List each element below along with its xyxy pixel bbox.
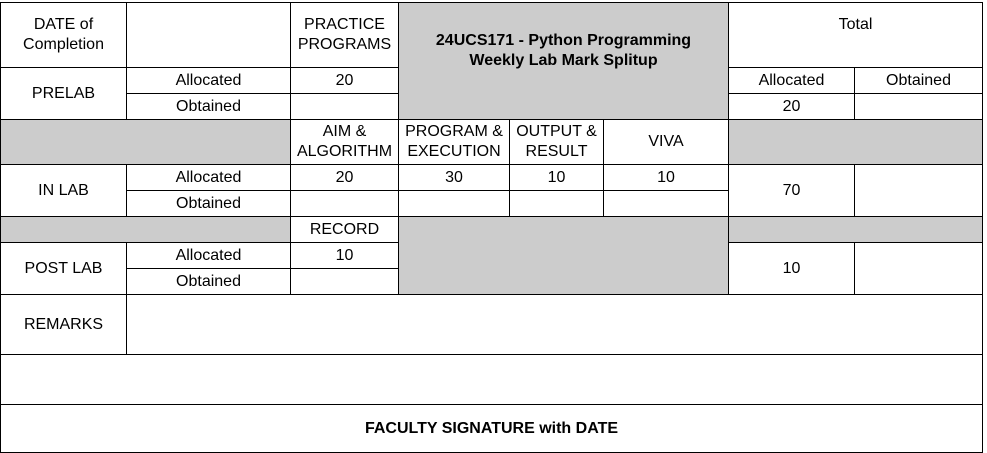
prelab-allocated-text: Allocated [175,71,242,89]
output-result-label: OUTPUT & RESULT [516,123,597,160]
inlab-header-shaded-right [727,119,984,165]
postlab-label-text: POST LAB [24,259,103,277]
prelab-total-obtained-value[interactable] [853,93,984,120]
lab-mark-splitup-table: DATE of Completion PRACTICE PROGRAMS 24U… [0,2,984,453]
course-title-line2: Weekly Lab Mark Splitup [469,52,658,69]
prelab-allocated-number: 20 [335,71,354,89]
total-obtained-label: Obtained [853,67,984,94]
inlab-allocated-viva-value: 10 [657,168,675,186]
record-header-shaded-right [727,216,984,243]
postlab-allocated-value: 10 [290,242,399,269]
postlab-obtained-label: Obtained [126,268,291,295]
inlab-allocated-output: 10 [509,164,604,191]
blank-header-cell [126,2,291,68]
postlab-obtained-value[interactable] [290,268,399,295]
postlab-allocated-number: 10 [335,246,354,264]
inlab-obtained-output[interactable] [509,190,604,217]
inlab-header-shaded-left [0,119,291,165]
postlab-allocated-label: Allocated [126,242,291,269]
inlab-total-allocated: 70 [728,164,855,217]
inlab-obtained-program[interactable] [398,190,510,217]
prelab-obtained-label: Obtained [126,93,291,120]
practice-programs-label: PRACTICE PROGRAMS [297,16,392,53]
prelab-total-allocated-value: 20 [728,93,855,120]
prelab-obtained-value[interactable] [290,93,399,120]
signature-space[interactable] [0,354,984,405]
inlab-allocated-program: 30 [398,164,510,191]
prelab-label: PRELAB [0,67,127,120]
prelab-label-text: PRELAB [31,84,96,102]
aim-algorithm-header: AIM & ALGORITHM [290,119,399,165]
postlab-total-allocated-value: 10 [782,259,801,277]
total-obtained-text: Obtained [886,71,951,89]
total-allocated-text: Allocated [758,71,825,89]
course-title-block: 24UCS171 - Python Programming Weekly Lab… [398,2,729,120]
inlab-allocated-viva: 10 [603,164,729,191]
inlab-label: IN LAB [0,164,127,217]
remarks-label: REMARKS [0,294,127,355]
course-title-line1: 24UCS171 - Python Programming [435,32,692,49]
date-of-completion-label: DATE of Completion [23,16,104,53]
practice-programs-header: PRACTICE PROGRAMS [290,2,399,68]
aim-algorithm-label: AIM & ALGORITHM [296,123,393,160]
remarks-label-text: REMARKS [23,315,104,333]
record-header-shaded-left [0,216,291,243]
inlab-allocated-aim: 20 [290,164,399,191]
postlab-label: POST LAB [0,242,127,295]
prelab-allocated-label: Allocated [126,67,291,94]
course-title: 24UCS171 - Python Programming Weekly Lab… [400,31,728,71]
date-of-completion-header: DATE of Completion [0,2,127,68]
postlab-total-obtained[interactable] [853,242,984,295]
total-header: Total [727,2,984,68]
postlab-total-allocated: 10 [728,242,855,295]
prelab-total-allocated-number: 20 [782,97,801,115]
remarks-field[interactable] [125,294,984,355]
inlab-total-allocated-value: 70 [782,181,801,199]
postlab-shaded-block [398,216,729,295]
program-execution-label: PROGRAM & EXECUTION [405,123,503,160]
total-label: Total [838,16,873,33]
inlab-total-obtained[interactable] [853,164,984,217]
inlab-label-text: IN LAB [38,181,89,199]
faculty-signature-row: FACULTY SIGNATURE with DATE [0,404,984,453]
record-label: RECORD [309,220,380,238]
inlab-allocated-text: Allocated [175,168,242,186]
faculty-signature-label: FACULTY SIGNATURE with DATE [364,419,619,437]
viva-label: VIVA [648,133,684,150]
total-allocated-label: Allocated [728,67,855,94]
inlab-allocated-output-value: 10 [547,168,566,186]
postlab-obtained-text: Obtained [176,272,241,290]
inlab-allocated-program-value: 30 [445,168,463,186]
viva-header: VIVA [603,119,729,165]
inlab-obtained-label: Obtained [126,190,291,217]
postlab-allocated-text: Allocated [175,246,242,264]
prelab-obtained-text: Obtained [176,97,241,115]
inlab-obtained-viva[interactable] [603,190,729,217]
output-result-header: OUTPUT & RESULT [509,119,604,165]
inlab-obtained-aim[interactable] [290,190,399,217]
inlab-allocated-label: Allocated [126,164,291,191]
record-header: RECORD [290,216,399,243]
program-execution-header: PROGRAM & EXECUTION [398,119,510,165]
inlab-obtained-text: Obtained [176,194,241,212]
prelab-allocated-value[interactable]: 20 [290,67,399,94]
inlab-allocated-aim-value: 20 [335,168,354,186]
